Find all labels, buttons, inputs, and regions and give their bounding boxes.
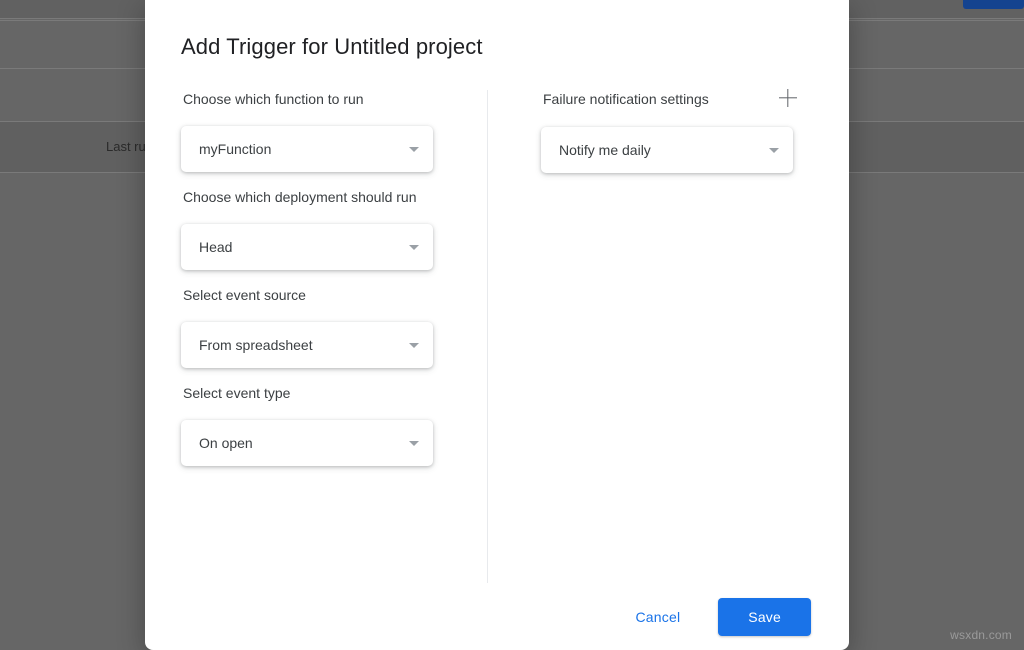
background-column-header-last-run: Last ru bbox=[106, 139, 146, 154]
select-function-to-run-value: myFunction bbox=[199, 141, 401, 157]
select-function-to-run[interactable]: myFunction bbox=[181, 126, 433, 172]
chevron-down-icon bbox=[409, 343, 419, 348]
label-failure-notification-settings: Failure notification settings bbox=[541, 90, 777, 108]
select-event-source[interactable]: From spreadsheet bbox=[181, 322, 433, 368]
trigger-settings-column: Choose which function to run myFunction … bbox=[181, 90, 471, 482]
plus-icon[interactable] bbox=[777, 87, 799, 109]
chevron-down-icon bbox=[409, 147, 419, 152]
label-select-event-type: Select event type bbox=[181, 384, 471, 402]
select-event-source-value: From spreadsheet bbox=[199, 337, 401, 353]
dialog-footer: Cancel Save bbox=[145, 583, 849, 650]
dialog-title: Add Trigger for Untitled project bbox=[181, 34, 483, 60]
chevron-down-icon bbox=[769, 148, 779, 153]
background-primary-button[interactable] bbox=[963, 0, 1024, 9]
field-group-function: Choose which function to run myFunction bbox=[181, 90, 471, 172]
dialog-body: Choose which function to run myFunction … bbox=[145, 90, 849, 583]
field-group-event-type: Select event type On open bbox=[181, 384, 471, 466]
select-deployment[interactable]: Head bbox=[181, 224, 433, 270]
select-notification-frequency-value: Notify me daily bbox=[559, 142, 761, 158]
cancel-button[interactable]: Cancel bbox=[622, 600, 695, 634]
select-event-type[interactable]: On open bbox=[181, 420, 433, 466]
add-trigger-dialog: Add Trigger for Untitled project Choose … bbox=[145, 0, 849, 650]
select-deployment-value: Head bbox=[199, 239, 401, 255]
field-group-deployment: Choose which deployment should run Head bbox=[181, 188, 471, 270]
failure-notification-header: Failure notification settings bbox=[541, 90, 793, 109]
chevron-down-icon bbox=[409, 245, 419, 250]
label-choose-function: Choose which function to run bbox=[181, 90, 471, 108]
save-button[interactable]: Save bbox=[718, 598, 811, 636]
chevron-down-icon bbox=[409, 441, 419, 446]
select-notification-frequency[interactable]: Notify me daily bbox=[541, 127, 793, 173]
field-group-failure-notification: Failure notification settings Notify me … bbox=[541, 90, 831, 173]
failure-notification-column: Failure notification settings Notify me … bbox=[541, 90, 831, 189]
field-group-event-source: Select event source From spreadsheet bbox=[181, 286, 471, 368]
select-event-type-value: On open bbox=[199, 435, 401, 451]
label-select-event-source: Select event source bbox=[181, 286, 471, 304]
column-divider bbox=[487, 90, 488, 583]
label-choose-deployment: Choose which deployment should run bbox=[181, 188, 471, 206]
watermark: wsxdn.com bbox=[950, 628, 1012, 642]
